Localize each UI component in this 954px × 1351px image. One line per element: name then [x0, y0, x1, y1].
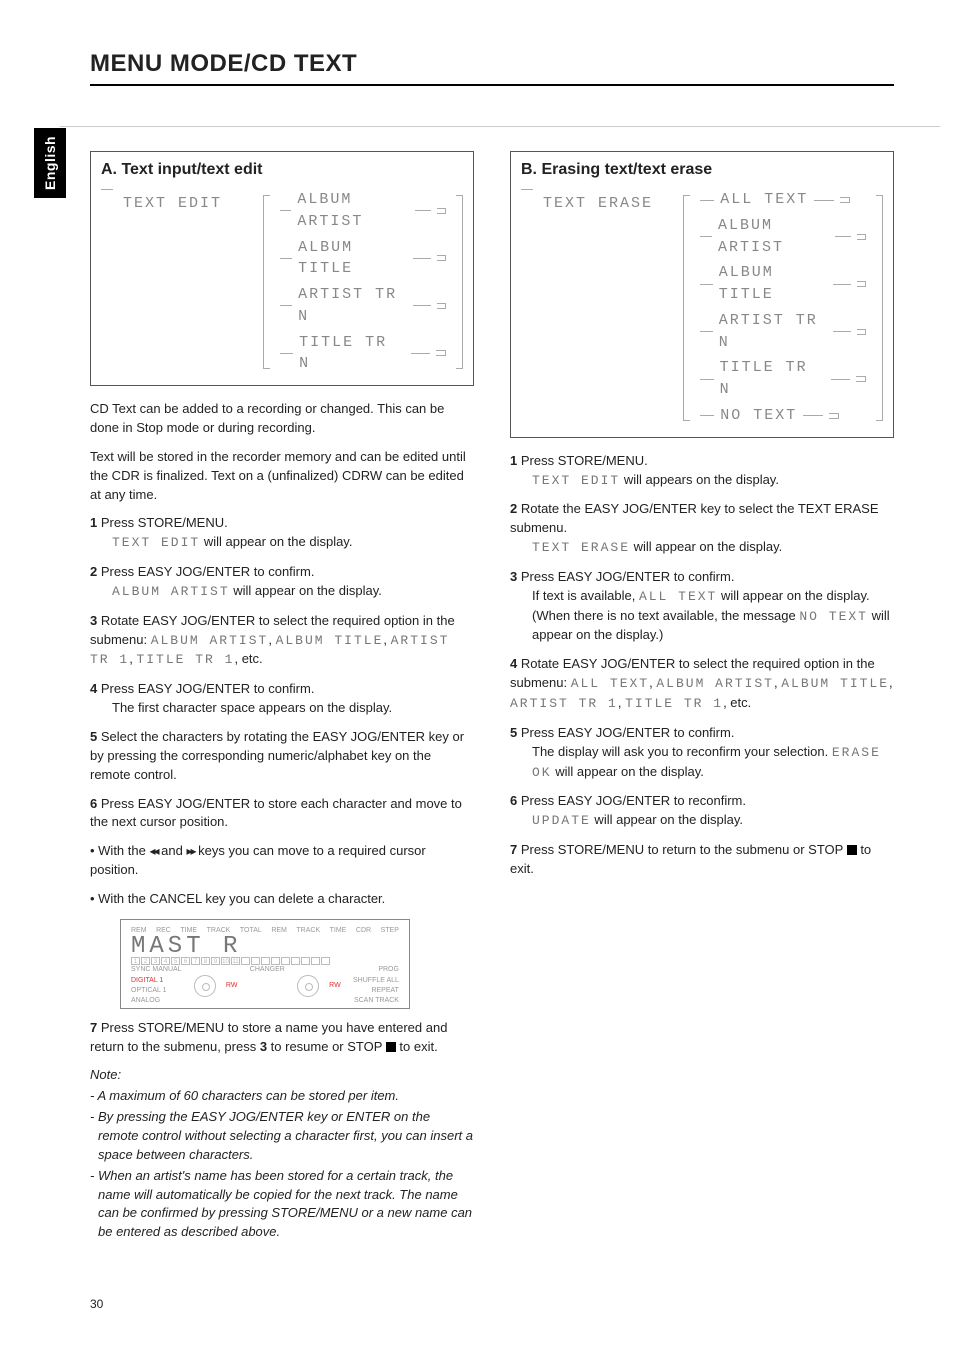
step-b2: 2 Rotate the EASY JOG/ENTER key to selec… [510, 500, 894, 558]
step-a1: 1 Press STORE/MENU. TEXT EDIT will appea… [90, 514, 474, 553]
diagram-b-item: TITLE TR N [720, 357, 826, 401]
lcd-text: TEXT ERASE [532, 540, 630, 555]
step-a2: 2 Press EASY JOG/ENTER to confirm. ALBUM… [90, 563, 474, 602]
diagram-a-item: ALBUM ARTIST [297, 189, 408, 233]
lcd-text: ALBUM ARTIST [112, 584, 230, 599]
note-item: - By pressing the EASY JOG/ENTER key or … [90, 1108, 474, 1165]
step-b1: 1 Press STORE/MENU. TEXT EDIT will appea… [510, 452, 894, 491]
title-rule [90, 84, 894, 86]
note-item: - When an artist's name has been stored … [90, 1167, 474, 1242]
page-number: 30 [90, 1297, 103, 1311]
diagram-a-item: ARTIST TR N [298, 284, 407, 328]
disc-icon [297, 975, 319, 997]
step-a6: 6 Press EASY JOG/ENTER to store each cha… [90, 795, 474, 833]
diagram-b-item: NO TEXT [720, 405, 797, 427]
diagram-b-root: TEXT ERASE [543, 189, 653, 215]
diagram-b: TEXT ERASE ALL TEXT ALBUM ARTIST ALBUM T… [521, 189, 883, 427]
panel-b: B. Erasing text/text erase TEXT ERASE AL… [510, 151, 894, 438]
thin-rule [60, 126, 940, 127]
note-item: - A maximum of 60 characters can be stor… [90, 1087, 474, 1106]
bullet-cancel: • With the CANCEL key you can delete a c… [90, 890, 474, 909]
bullet-cursor: • With the ◂◂ and ▸▸ keys you can move t… [90, 842, 474, 880]
rw-badge: RW [329, 981, 341, 991]
step-a5: 5 Select the characters by rotating the … [90, 728, 474, 785]
step-a7: 7 Press STORE/MENU to store a name you h… [90, 1019, 474, 1057]
diagram-a-item: TITLE TR N [299, 332, 405, 376]
note-heading: Note: [90, 1066, 474, 1085]
step-b7: 7 Press STORE/MENU to return to the subm… [510, 841, 894, 879]
step-a3: 3 Rotate EASY JOG/ENTER to select the re… [90, 612, 474, 671]
rw-badge: RW [226, 981, 238, 991]
diagram-a-root: TEXT EDIT [123, 189, 222, 215]
diagram-b-item: ALBUM ARTIST [718, 215, 829, 259]
panel-a: A. Text input/text edit TEXT EDIT ALBUM … [90, 151, 474, 386]
diagram-b-item: ARTIST TR N [719, 310, 827, 354]
step-b3: 3 Press EASY JOG/ENTER to confirm. If te… [510, 568, 894, 645]
step-b5: 5 Press EASY JOG/ENTER to confirm. The d… [510, 724, 894, 783]
step-a4: 4 Press EASY JOG/ENTER to confirm. The f… [90, 680, 474, 718]
panel-b-title: B. Erasing text/text erase [521, 158, 883, 181]
diagram-b-item: ALL TEXT [720, 189, 808, 211]
column-b: B. Erasing text/text erase TEXT ERASE AL… [510, 151, 894, 1244]
lcd-display-illustration: REMRECTIMETRACKTOTALREMTRACKTIMECDRSTEP … [120, 919, 410, 1009]
diagram-b-item: ALBUM TITLE [719, 262, 827, 306]
language-tab: English [34, 128, 66, 198]
disc-icon [194, 975, 216, 997]
page-title: MENU MODE/CD TEXT [90, 50, 894, 78]
panel-a-title: A. Text input/text edit [101, 158, 463, 181]
stop-icon [847, 845, 857, 855]
diagram-a: TEXT EDIT ALBUM ARTIST ALBUM TITLE ARTIS… [101, 189, 463, 375]
lcd-big-text: MAST R [131, 936, 399, 958]
intro-2: Text will be stored in the recorder memo… [90, 448, 474, 505]
column-a: A. Text input/text edit TEXT EDIT ALBUM … [90, 151, 474, 1244]
step-b4: 4 Rotate EASY JOG/ENTER to select the re… [510, 655, 894, 714]
rewind-icon: ◂◂ [149, 844, 157, 858]
intro-1: CD Text can be added to a recording or c… [90, 400, 474, 438]
stop-icon [386, 1042, 396, 1052]
lcd-text: TEXT EDIT [532, 473, 620, 488]
diagram-a-item: ALBUM TITLE [298, 237, 407, 281]
step-b6: 6 Press EASY JOG/ENTER to reconfirm. UPD… [510, 792, 894, 831]
lcd-text: TEXT EDIT [112, 535, 200, 550]
